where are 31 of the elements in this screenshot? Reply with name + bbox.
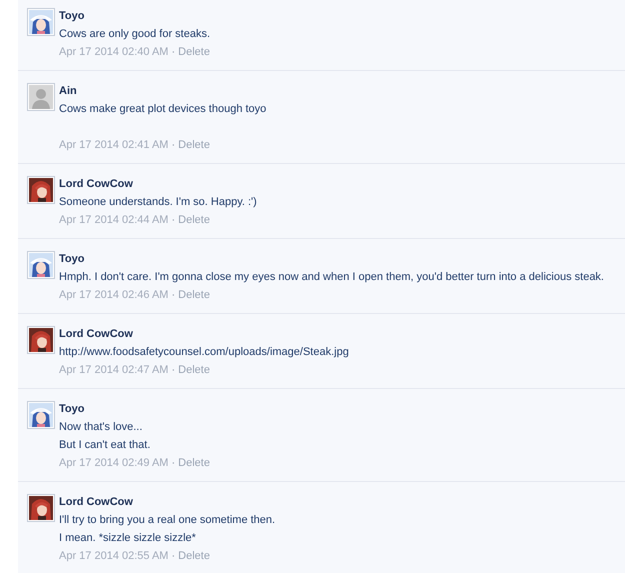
author-name[interactable]: Toyo [59,400,210,418]
separator-dot: · [171,457,176,469]
author-name[interactable]: Ain [59,82,266,100]
timestamp: Apr 17 2014 02:41 AM [59,139,168,151]
author-name[interactable]: Lord CowCow [59,493,276,511]
timestamp: Apr 17 2014 02:47 AM [59,364,168,376]
separator-dot: · [171,364,176,376]
comment-text: Someone understands. I'm so. Happy. :') [59,195,257,210]
separator-dot: · [171,139,176,151]
separator-dot: · [171,550,176,562]
author-name[interactable]: Toyo [59,7,210,25]
comment-text: Hmph. I don't care. I'm gonna close my eyes now and when I open them, you'd better turn into a delicious steak. [59,270,604,285]
author-name[interactable]: Toyo [59,250,604,268]
timestamp: Apr 17 2014 02:55 AM [59,550,168,562]
timestamp: Apr 17 2014 02:40 AM [59,46,168,58]
comment-text: I'll try to bring you a real one sometime then. [59,513,276,528]
timestamp: Apr 17 2014 02:46 AM [59,289,168,301]
user-silhouette-icon [29,85,53,109]
timestamp: Apr 17 2014 02:49 AM [59,457,168,469]
separator-dot: · [171,289,176,301]
comment-text: Cows make great plot devices though toyo [59,102,266,117]
author-name[interactable]: Lord CowCow [59,175,257,193]
comment-text: But I can't eat that. [59,438,152,453]
comment-text: Cows are only good for steaks. [59,27,210,42]
comment-text: I mean. *sizzle sizzle sizzle* [59,531,197,546]
timestamp: Apr 17 2014 02:44 AM [59,214,168,226]
comment-text: Now that's love... [59,420,144,435]
comment-text: http://www.foodsafetycounsel.com/uploads/image/Steak.jpg [59,345,349,360]
separator-dot: · [171,46,176,58]
separator-dot: · [171,214,176,226]
author-name[interactable]: Lord CowCow [59,325,349,343]
